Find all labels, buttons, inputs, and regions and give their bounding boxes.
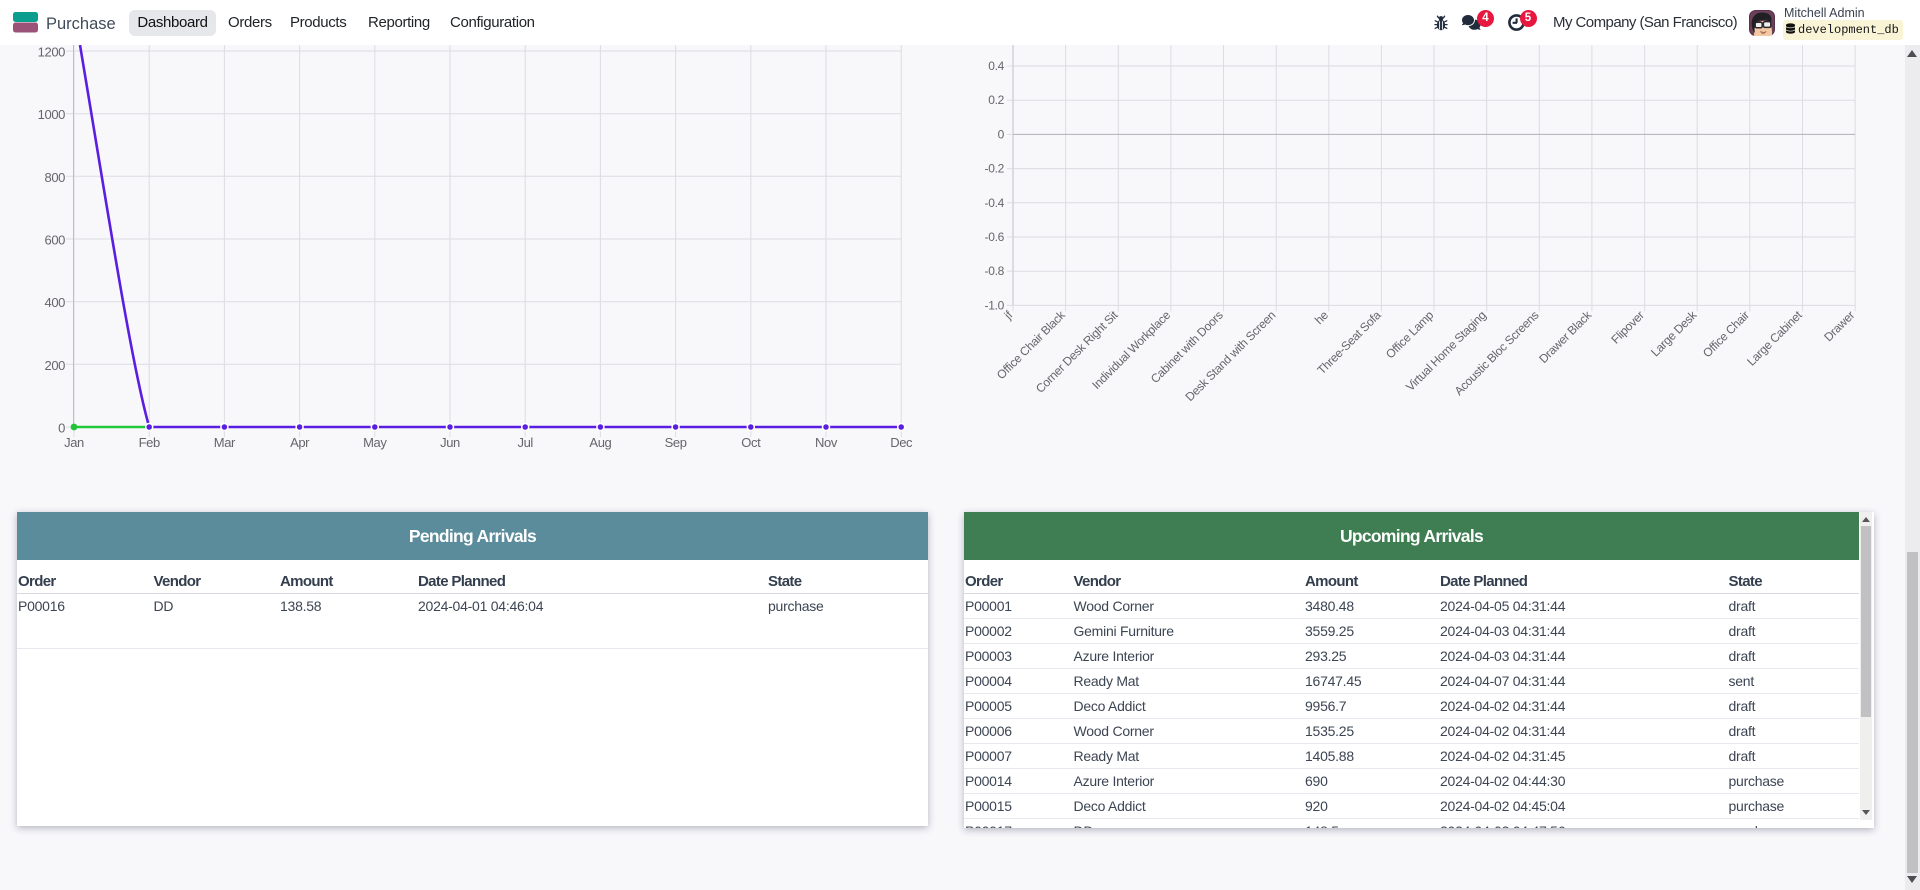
svg-text:Flipover: Flipover: [1608, 308, 1647, 347]
svg-text:Nov: Nov: [815, 435, 838, 450]
svg-text:Desk Stand with Screen: Desk Stand with Screen: [1183, 308, 1279, 404]
svg-text:-0.6: -0.6: [985, 230, 1005, 244]
svg-text:-0.8: -0.8: [985, 264, 1005, 278]
svg-text:Oct: Oct: [741, 435, 761, 450]
svg-text:Feb: Feb: [139, 435, 160, 450]
svg-text:Apr: Apr: [290, 435, 310, 450]
svg-text:Jul: Jul: [517, 435, 533, 450]
svg-text:0: 0: [998, 127, 1005, 141]
svg-text:Office Lamp: Office Lamp: [1383, 308, 1437, 362]
svg-text:Dec: Dec: [890, 435, 913, 450]
svg-text:Sep: Sep: [665, 435, 687, 450]
svg-text:400: 400: [45, 295, 66, 310]
svg-text:-0.4: -0.4: [985, 196, 1005, 210]
svg-text:0.4: 0.4: [988, 59, 1004, 73]
svg-text:jf: jf: [1001, 308, 1016, 323]
svg-text:-0.2: -0.2: [985, 162, 1005, 176]
svg-text:Mar: Mar: [214, 435, 236, 450]
svg-text:Large Desk: Large Desk: [1648, 307, 1700, 359]
svg-text:Jan: Jan: [64, 435, 84, 450]
svg-text:1200: 1200: [38, 45, 65, 60]
svg-text:Drawer: Drawer: [1821, 308, 1857, 344]
svg-text:Drawer Black: Drawer Black: [1536, 307, 1595, 366]
svg-text:Large Cabinet: Large Cabinet: [1744, 308, 1805, 369]
svg-text:Jun: Jun: [440, 435, 460, 450]
svg-text:0: 0: [58, 421, 65, 436]
svg-text:Office Chair: Office Chair: [1700, 308, 1752, 360]
svg-text:0.2: 0.2: [988, 93, 1004, 107]
svg-text:600: 600: [45, 233, 66, 248]
svg-text:200: 200: [45, 358, 66, 373]
svg-text:-1.0: -1.0: [985, 298, 1005, 312]
svg-text:1000: 1000: [38, 107, 65, 122]
svg-text:Aug: Aug: [589, 435, 611, 450]
svg-text:May: May: [363, 435, 387, 450]
svg-text:800: 800: [45, 170, 66, 185]
